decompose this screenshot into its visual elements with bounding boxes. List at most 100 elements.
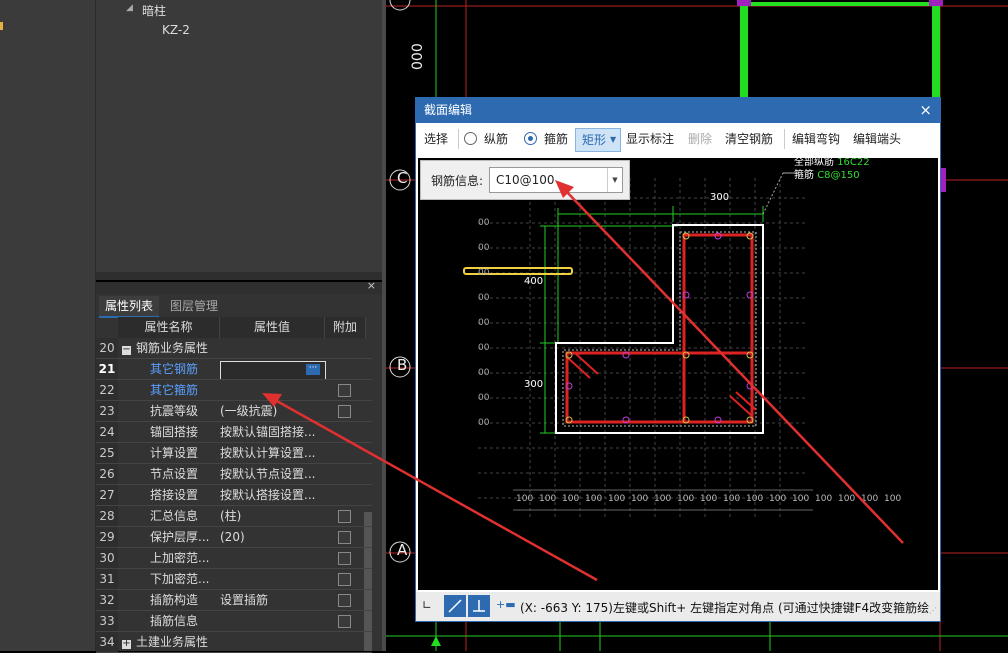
ortho-icon[interactable]: ∟ [422, 598, 432, 612]
resize-grip-icon[interactable]: ⋰ [929, 606, 937, 615]
property-value[interactable] [220, 338, 324, 359]
table-row[interactable]: 20− 钢筋业务属性 [96, 338, 382, 359]
row-number: 20 [96, 338, 118, 359]
property-value[interactable]: (柱) [220, 506, 324, 527]
table-row[interactable]: 21 其它钢筋 ··· [96, 359, 382, 380]
tab-properties[interactable]: 属性列表 [99, 296, 160, 318]
dim-top-right: 300 [710, 192, 730, 203]
shape-dropdown[interactable]: 矩形 ▼ [575, 128, 621, 152]
rebar-info-label: 钢筋信息: [431, 174, 484, 188]
dialog-titlebar[interactable]: 截面编辑 × [416, 98, 940, 123]
axis-label-a: A [397, 541, 408, 559]
row-name: 计算设置 [118, 443, 219, 464]
property-value[interactable] [220, 632, 324, 653]
table-row[interactable]: 31 下加密范... [96, 569, 382, 590]
section-canvas[interactable]: 400 300 400 300 全部纵筋 16C22 箍筋 C8@150 000… [418, 158, 938, 590]
table-row[interactable]: 28 汇总信息 (柱) [96, 506, 382, 527]
show-marks-button[interactable]: 显示标注 [626, 123, 674, 155]
property-value[interactable]: 按默认计算设置... [220, 443, 324, 464]
radio-long-rebar-label[interactable]: 纵筋 [484, 123, 508, 155]
dialog-title: 截面编辑 [424, 103, 473, 117]
property-value[interactable]: 按默认锚固搭接... [220, 422, 324, 443]
row-name: 下加密范... [118, 569, 219, 590]
table-row[interactable]: 34 + 土建业务属性 [96, 632, 382, 653]
dialog-close-button[interactable]: × [919, 98, 932, 123]
extra-checkbox[interactable] [338, 615, 351, 628]
table-row[interactable]: 24 锚固搭接 按默认锚固搭接... [96, 422, 382, 443]
sidebar-marker [0, 22, 3, 30]
radio-long-rebar[interactable] [464, 132, 477, 145]
rebar-info-combobox[interactable]: C10@100 ▼ [489, 167, 623, 193]
property-value[interactable]: 按默认节点设置... [220, 464, 324, 485]
table-row[interactable]: 30 上加密范... [96, 548, 382, 569]
property-value[interactable] [220, 548, 324, 569]
bottom-scale-label: 100 [746, 494, 764, 504]
select-button[interactable]: 选择 [424, 123, 448, 155]
combobox-chevron-icon[interactable]: ▼ [607, 168, 622, 192]
radio-stirrup[interactable] [524, 132, 537, 145]
side-scale-label: 00 [478, 418, 490, 428]
rebar-info-value: C10@100 [496, 173, 555, 187]
extra-checkbox[interactable] [338, 405, 351, 418]
edit-hook-button[interactable]: 编辑弯钩 [792, 123, 840, 155]
group-label: 土建业务属性 [136, 635, 209, 649]
snap-diagonal-icon[interactable] [444, 595, 466, 617]
tree-scrollbar[interactable] [96, 272, 382, 280]
row-name: 保护层厚... [118, 527, 219, 548]
property-value[interactable] [220, 380, 324, 401]
axis-label-b: B [397, 356, 408, 374]
legend-row-long: 全部纵筋 16C22 [794, 158, 870, 169]
panel-close-icon[interactable]: × [367, 279, 376, 292]
side-scale-label: 00 [478, 368, 490, 378]
extra-checkbox[interactable] [338, 384, 351, 397]
delete-button[interactable]: 删除 [688, 123, 712, 155]
table-row[interactable]: 33 插筋信息 [96, 611, 382, 632]
property-label: 锚固搭接 [150, 425, 199, 439]
table-row[interactable]: 27 搭接设置 按默认搭接设置... [96, 485, 382, 506]
header-value: 属性值 [220, 317, 325, 338]
row-number: 29 [96, 527, 118, 548]
extra-checkbox[interactable] [338, 594, 351, 607]
property-label: 其它箍筋 [150, 383, 199, 397]
radio-stirrup-label[interactable]: 箍筋 [544, 123, 568, 155]
extra-checkbox[interactable] [338, 573, 351, 586]
row-number: 22 [96, 380, 118, 401]
add-point-icon[interactable]: +▬ [496, 598, 516, 611]
header-extra: 附加 [325, 317, 366, 338]
row-number: 30 [96, 548, 118, 569]
extra-checkbox[interactable] [338, 552, 351, 565]
row-number: 24 [96, 422, 118, 443]
table-row[interactable]: 22 其它箍筋 [96, 380, 382, 401]
property-value[interactable]: (20) [220, 527, 324, 548]
bottom-scale-label: 100 [769, 494, 787, 504]
table-row[interactable]: 29 保护层厚... (20) [96, 527, 382, 548]
ellipsis-button[interactable]: ··· [306, 364, 320, 375]
property-value[interactable] [220, 569, 324, 590]
tab-layers[interactable]: 图层管理 [164, 296, 224, 316]
tree-node-anzhu[interactable]: 暗柱 [142, 2, 166, 19]
property-value[interactable]: 按默认搭接设置... [220, 485, 324, 506]
rebar-info-panel: 钢筋信息: C10@100 ▼ [420, 160, 630, 200]
table-row[interactable]: 26 节点设置 按默认节点设置... [96, 464, 382, 485]
clear-rebar-button[interactable]: 清空钢筋 [725, 123, 773, 155]
extra-checkbox[interactable] [338, 510, 351, 523]
expand-icon[interactable]: + [122, 639, 131, 649]
edit-end-button[interactable]: 编辑端头 [853, 123, 901, 155]
header-name: 属性名称 [118, 317, 220, 338]
tree-collapse-icon[interactable]: ◢ [126, 3, 133, 13]
property-value[interactable]: (一级抗震) [220, 401, 324, 422]
snap-perpendicular-icon[interactable] [468, 595, 490, 617]
property-value[interactable] [220, 611, 324, 632]
component-tree: ◢ 暗柱 KZ-2 [96, 0, 382, 280]
table-row[interactable]: 23 抗震等级 (一级抗震) [96, 401, 382, 422]
table-row[interactable]: 25 计算设置 按默认计算设置... [96, 443, 382, 464]
tree-node-kz2[interactable]: KZ-2 [162, 23, 190, 37]
property-value[interactable]: 设置插筋 [220, 590, 324, 611]
row-number: 34 [96, 632, 118, 653]
extra-checkbox[interactable] [338, 531, 351, 544]
legend-long-name: 全部纵筋 [794, 158, 834, 168]
bottom-scale-label: 100 [677, 494, 695, 504]
bottom-scale-label: 100 [631, 494, 649, 504]
collapse-icon[interactable]: − [122, 345, 131, 355]
table-row[interactable]: 32 插筋构造 设置插筋 [96, 590, 382, 611]
